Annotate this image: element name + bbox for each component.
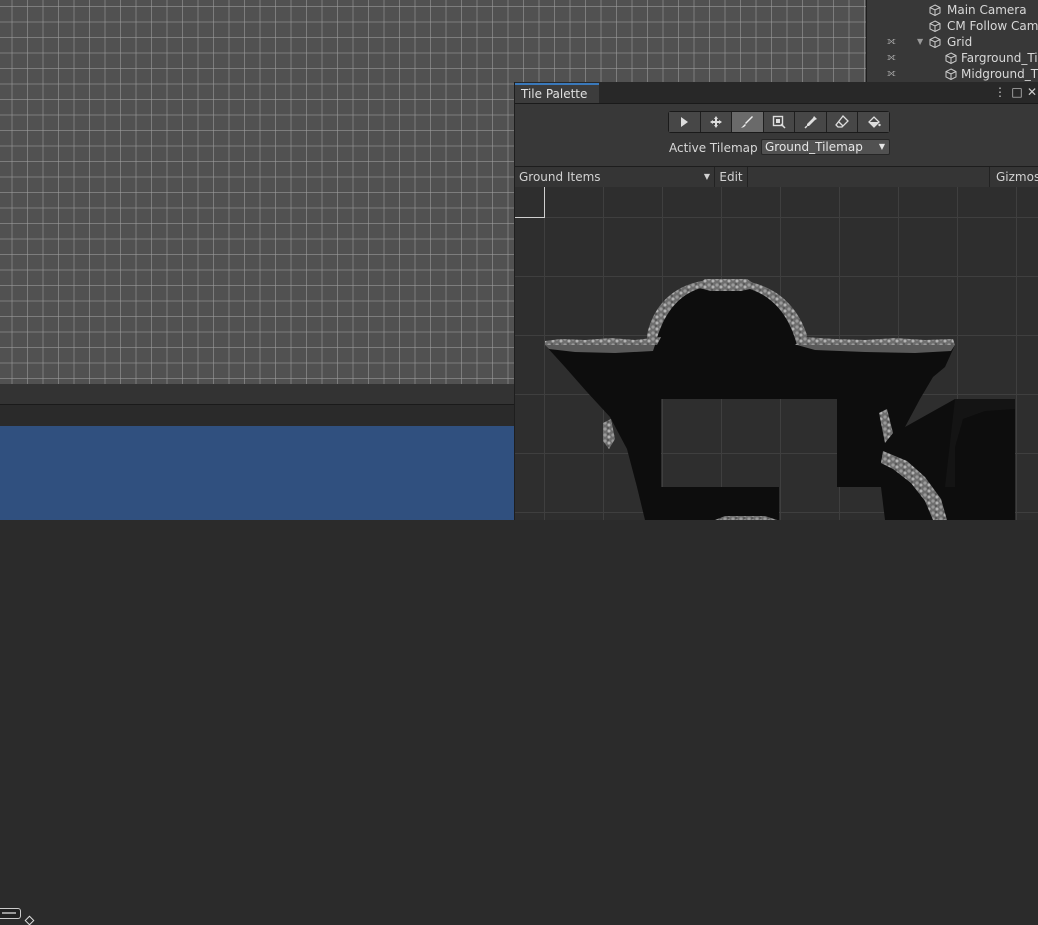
hierarchy-item-label: Grid bbox=[947, 35, 973, 49]
ground-tiles-artwork bbox=[545, 279, 1015, 520]
active-tilemap-value: Ground_Tilemap bbox=[765, 140, 863, 154]
hierarchy-panel: Main Camera CM Follow Cam ⟗ ▼ Grid ⟗ Far… bbox=[866, 0, 1038, 82]
gameobject-cube-icon bbox=[929, 4, 941, 16]
pivot-gizmo-icon[interactable] bbox=[24, 915, 35, 925]
palette-tile-grid[interactable] bbox=[515, 187, 1038, 520]
active-tilemap-dropdown[interactable]: Ground_Tilemap ▼ bbox=[761, 139, 890, 155]
hierarchy-item-label: Main Camera bbox=[947, 3, 1027, 17]
tab-bar: Tile Palette ⋮ □ ✕ bbox=[515, 82, 1038, 104]
edit-button[interactable]: Edit bbox=[715, 167, 748, 187]
hierarchy-item-label: Midground_Ti bbox=[961, 67, 1038, 81]
brush-icon bbox=[741, 116, 754, 128]
chevron-down-icon: ▼ bbox=[878, 142, 885, 151]
visibility-hidden-icon[interactable]: ⟗ bbox=[887, 53, 896, 63]
gameobject-cube-icon bbox=[929, 36, 941, 48]
move-tool-button[interactable] bbox=[700, 112, 733, 132]
fill-tool-button[interactable] bbox=[858, 112, 890, 132]
close-icon[interactable]: ✕ bbox=[1026, 85, 1038, 99]
game-object-handle[interactable] bbox=[0, 908, 21, 919]
hierarchy-item-label: CM Follow Cam bbox=[947, 19, 1038, 33]
paint-tool-button[interactable] bbox=[732, 112, 764, 132]
active-tilemap-label: Active Tilemap bbox=[669, 141, 758, 155]
game-view-toolbar bbox=[0, 404, 514, 427]
gameobject-cube-icon bbox=[945, 52, 957, 64]
gameobject-cube-icon bbox=[929, 20, 941, 32]
gameobject-cube-icon bbox=[945, 68, 957, 80]
visibility-hidden-icon[interactable]: ⟗ bbox=[887, 37, 896, 47]
palette-dropdown[interactable]: Ground Items ▼ bbox=[515, 167, 715, 187]
eraser-icon bbox=[835, 115, 850, 128]
tile-palette-window: Tile Palette ⋮ □ ✕ Active Tilemap Ground… bbox=[514, 82, 1038, 520]
tile-tools-toolbar bbox=[668, 111, 890, 133]
palette-dropdown-value: Ground Items bbox=[519, 170, 601, 184]
box-fill-tool-button[interactable] bbox=[763, 112, 796, 132]
gizmos-button[interactable]: Gizmos bbox=[989, 167, 1038, 187]
hierarchy-item-cm-follow-cam[interactable]: CM Follow Cam bbox=[867, 18, 1038, 34]
box-fill-icon bbox=[772, 115, 786, 129]
hierarchy-item-farground-tile[interactable]: ⟗ Farground_Tile bbox=[867, 50, 1038, 66]
hierarchy-item-label: Farground_Tile bbox=[961, 51, 1038, 65]
game-view[interactable] bbox=[0, 426, 514, 925]
hierarchy-item-main-camera[interactable]: Main Camera bbox=[867, 2, 1038, 18]
eyedropper-icon bbox=[804, 116, 817, 129]
move-icon bbox=[709, 116, 722, 128]
maximize-icon[interactable]: □ bbox=[1011, 85, 1023, 99]
hierarchy-item-grid[interactable]: ⟗ ▼ Grid bbox=[867, 34, 1038, 50]
arrow-icon bbox=[681, 117, 689, 127]
bucket-icon bbox=[867, 116, 881, 128]
tab-tile-palette[interactable]: Tile Palette bbox=[515, 83, 599, 103]
pick-tool-button[interactable] bbox=[795, 112, 827, 132]
palette-toolbar: Ground Items ▼ Edit Gizmos bbox=[515, 166, 1038, 188]
hierarchy-item-midground-tile[interactable]: ⟗ Midground_Ti bbox=[867, 66, 1038, 82]
visibility-hidden-icon[interactable]: ⟗ bbox=[887, 69, 896, 79]
more-menu-icon[interactable]: ⋮ bbox=[994, 85, 1006, 99]
panel-divider bbox=[0, 384, 514, 404]
erase-tool-button[interactable] bbox=[826, 112, 859, 132]
chevron-down-icon: ▼ bbox=[703, 172, 710, 181]
expand-arrow-icon[interactable]: ▼ bbox=[917, 34, 923, 50]
select-tool-button[interactable] bbox=[669, 112, 701, 132]
